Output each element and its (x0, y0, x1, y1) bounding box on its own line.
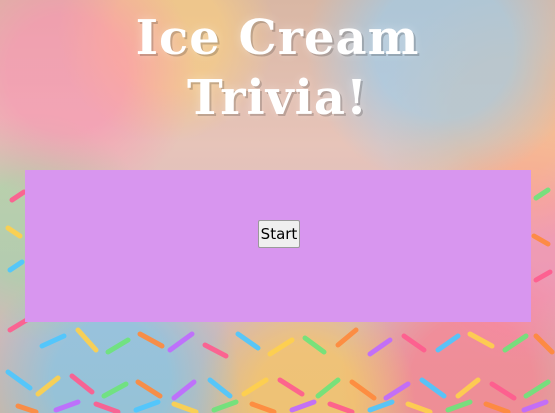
trivia-panel: Start (25, 170, 531, 322)
start-button[interactable]: Start (258, 220, 300, 248)
page-title: Ice Cream Trivia! (0, 8, 555, 128)
page-title-line-2: Trivia! (186, 70, 369, 126)
page-title-line-1: Ice Cream (135, 10, 420, 66)
